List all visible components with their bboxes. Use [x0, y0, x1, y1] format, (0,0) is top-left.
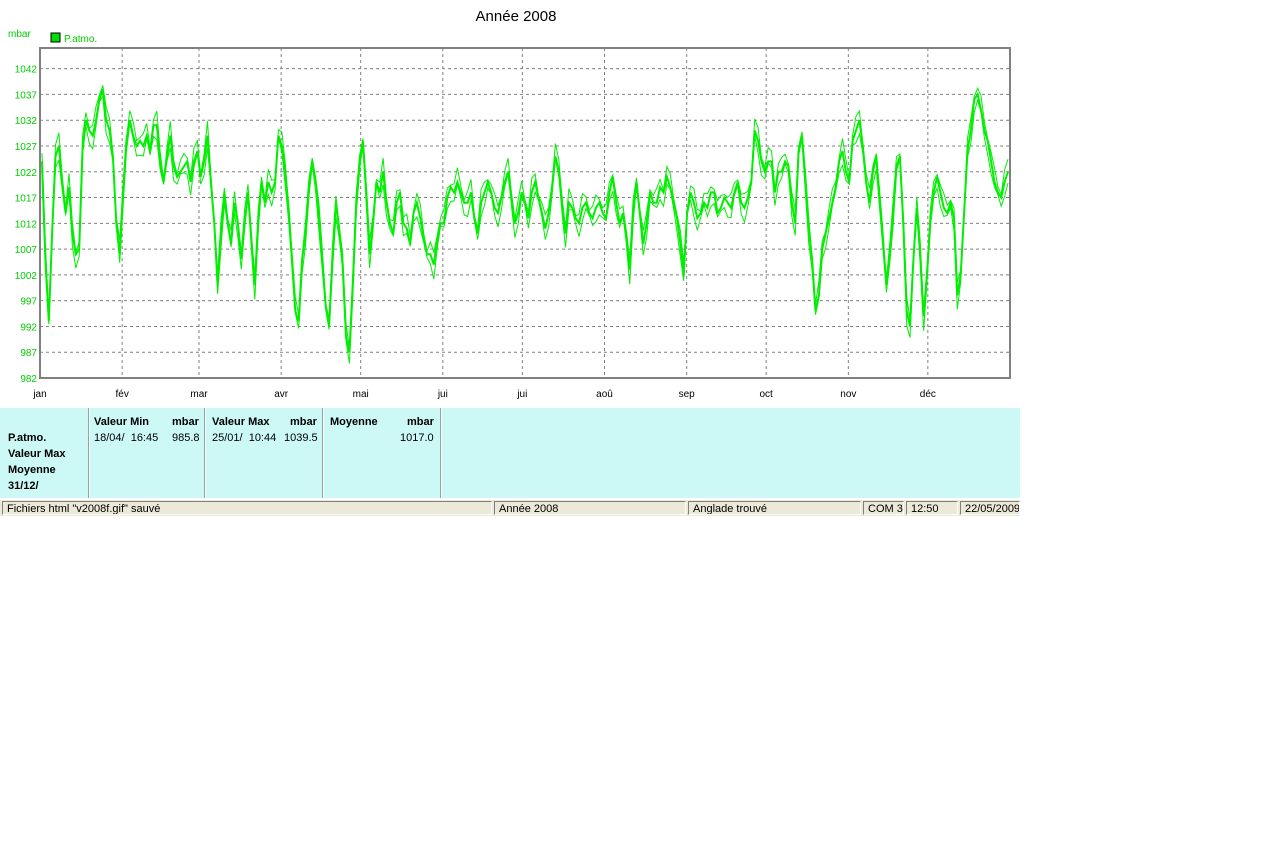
avg-header: Moyenne [330, 416, 378, 428]
y-tick-label: 1007 [15, 245, 38, 256]
status-period: Année 2008 [494, 501, 686, 515]
max-header: Valeur Max [212, 416, 270, 428]
status-message: Fichiers html "v2008f.gif" sauvé [2, 501, 492, 515]
x-tick-label: aoû [596, 389, 613, 400]
y-tick-label: 997 [20, 297, 37, 308]
x-tick-label: avr [274, 389, 289, 400]
y-tick-label: 987 [20, 348, 37, 359]
x-tick-label: fév [115, 389, 128, 400]
y-tick-label: 1012 [15, 219, 38, 230]
y-ticks: 982 987 992 997 1002 1007 1012 1017 1022 1027 1032… [15, 65, 38, 385]
legend-swatch [50, 32, 61, 43]
max-date: 25/01/ 10:44 [212, 432, 277, 444]
legend-label: P.atmo. [64, 34, 97, 45]
max-unit: mbar [290, 416, 317, 428]
x-ticks: jan fév mar avr mai jui jui aoû sep oct nov déc [32, 389, 936, 400]
y-tick-label: 1017 [15, 194, 38, 205]
min-unit: mbar [172, 416, 199, 428]
stats-panel: P.atmo. Valeur Max Moyenne 31/12/ Valeur… [0, 408, 1020, 498]
row-label-date: 31/12/ [8, 480, 39, 492]
status-time: 12:50 [906, 501, 958, 515]
y-tick-label: 1027 [15, 142, 38, 153]
y-tick-label: 1032 [15, 116, 38, 127]
plot-frame [39, 47, 1011, 379]
y-axis-unit-label: mbar [8, 29, 31, 40]
avg-unit: mbar [407, 416, 434, 428]
stats-avg-column: Moyenne mbar 1017.0 [324, 408, 440, 498]
min-value: 985.8 [172, 432, 200, 444]
stats-row-labels: P.atmo. Valeur Max Moyenne 31/12/ [0, 408, 88, 498]
stats-max-column: Valeur Max mbar 25/01/ 10:44 1039.5 [206, 408, 322, 498]
series-line-p-atmo [41, 88, 1009, 353]
stats-min-column: Valeur Min mbar 18/04/ 16:45 985.8 [90, 408, 204, 498]
x-tick-label: sep [679, 389, 696, 400]
stats-separator [440, 408, 442, 498]
x-tick-label: mar [190, 389, 208, 400]
row-label-series: P.atmo. [8, 432, 47, 444]
status-port: COM 3 [863, 501, 904, 515]
x-tick-label: oct [760, 389, 774, 400]
row-label-max: Valeur Max [8, 448, 66, 460]
grid [40, 48, 1010, 378]
avg-value: 1017.0 [400, 432, 434, 444]
series-upper-line [41, 85, 1009, 349]
x-tick-label: jan [32, 389, 46, 400]
x-tick-label: déc [920, 389, 936, 400]
chart-title: Année 2008 [476, 8, 557, 25]
status-date: 22/05/2009 [960, 501, 1020, 515]
y-tick-label: 1002 [15, 271, 38, 282]
x-tick-label: nov [840, 389, 856, 400]
pressure-chart: Année 2008 mbar P.atmo. 982 987 992 997 1002… [8, 8, 1011, 400]
y-tick-label: 992 [20, 322, 37, 333]
y-tick-label: 1022 [15, 168, 38, 179]
y-tick-label: 982 [20, 374, 37, 385]
x-tick-label: jui [516, 389, 527, 400]
x-tick-label: mai [353, 389, 369, 400]
y-tick-label: 1037 [15, 90, 38, 101]
min-header: Valeur Min [94, 416, 150, 428]
max-value: 1039.5 [284, 432, 318, 444]
x-tick-label: jui [437, 389, 448, 400]
min-date: 18/04/ 16:45 [94, 432, 159, 444]
status-device: Anglade trouvé [688, 501, 861, 515]
series-lower-line [41, 95, 1009, 364]
row-label-avg: Moyenne [8, 464, 56, 476]
y-tick-label: 1042 [15, 65, 38, 76]
status-bar: Fichiers html "v2008f.gif" sauvé Année 2… [0, 500, 1020, 516]
series-layer [41, 85, 1009, 364]
